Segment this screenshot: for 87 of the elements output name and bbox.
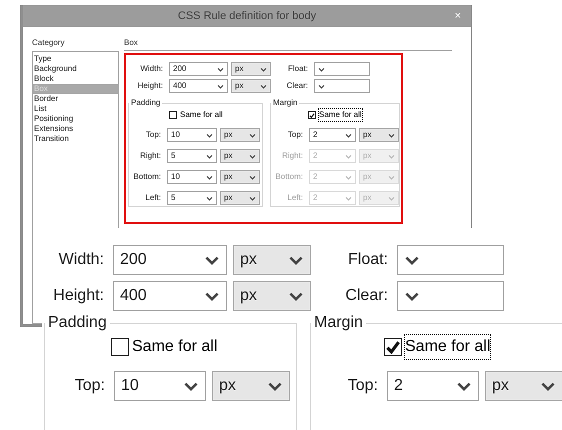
checkbox-label: Same for all — [405, 335, 490, 359]
category-item[interactable]: Type — [33, 54, 118, 64]
value-dropdown[interactable]: 5 — [167, 149, 217, 163]
group-legend: Padding — [129, 97, 162, 109]
chevron-down-icon — [345, 132, 352, 138]
chevron-down-icon — [249, 174, 256, 180]
field-label: Height: — [138, 80, 163, 92]
value-dropdown[interactable]: 400 — [113, 281, 227, 311]
chevron-down-icon — [206, 194, 213, 202]
unit-dropdown[interactable]: px — [233, 281, 311, 311]
field-label: Top: — [348, 376, 378, 396]
checkmark-icon — [309, 112, 315, 118]
chevron-down-icon — [388, 174, 395, 180]
field-label: Clear: — [345, 286, 388, 306]
field-label: Float: — [348, 250, 388, 270]
category-item[interactable]: Extensions — [33, 124, 118, 134]
unit-dropdown[interactable]: px — [220, 149, 260, 163]
field-label: Float: — [288, 63, 308, 75]
field-label: Right: — [282, 150, 303, 162]
checkbox-label: Same for all — [180, 109, 223, 121]
category-item[interactable]: Positioning — [33, 114, 118, 124]
field-label: Top: — [74, 376, 105, 396]
checkbox[interactable] — [169, 111, 177, 119]
value-dropdown[interactable]: 400 — [169, 79, 228, 93]
chevron-down-icon — [388, 194, 395, 202]
chevron-down-icon — [260, 66, 267, 72]
unit-dropdown[interactable]: px — [212, 371, 290, 401]
value-dropdown[interactable]: 10 — [167, 128, 217, 142]
chevron-down-icon — [249, 194, 256, 202]
category-item[interactable]: Block — [33, 74, 118, 84]
checkbox[interactable] — [384, 338, 402, 356]
chevron-down-icon — [206, 152, 213, 160]
category-heading: Category — [32, 37, 66, 49]
unit-dropdown[interactable]: px — [233, 245, 311, 275]
field-label: Width: — [140, 63, 163, 75]
chevron-down-icon — [249, 152, 256, 160]
field-label: Bottom: — [133, 171, 161, 183]
group-legend: Margin — [271, 97, 300, 109]
field-label: Left: — [287, 192, 303, 204]
unit-dropdown[interactable]: px — [231, 62, 271, 76]
value-dropdown[interactable]: 200 — [169, 62, 228, 76]
unit-dropdown[interactable]: px — [231, 79, 271, 93]
field-label: Width: — [58, 250, 104, 270]
chevron-down-icon — [388, 132, 395, 138]
category-item[interactable]: Border — [33, 94, 118, 104]
unit-dropdown[interactable]: px — [220, 170, 260, 184]
field-label: Right: — [140, 150, 161, 162]
chevron-down-icon — [217, 66, 224, 72]
checkmark-icon — [385, 339, 401, 355]
window-title: CSS Rule definition for body — [178, 8, 316, 24]
field-label: Left: — [145, 192, 161, 204]
unit-dropdown[interactable]: px — [220, 128, 260, 142]
value-dropdown[interactable]: 10 — [114, 371, 206, 401]
field-label: Top: — [146, 129, 161, 141]
value-dropdown[interactable]: 5 — [167, 191, 217, 205]
chevron-down-icon — [345, 152, 352, 160]
chevron-down-icon — [345, 194, 352, 202]
chevron-down-icon — [318, 66, 325, 72]
field-label: Bottom: — [275, 171, 303, 183]
field-label: Top: — [288, 129, 303, 141]
chevron-down-icon — [318, 82, 325, 90]
value-dropdown[interactable]: 200 — [113, 245, 227, 275]
chevron-down-icon — [206, 174, 213, 180]
checkbox-label: Same for all — [319, 109, 362, 121]
checkbox-label: Same for all — [132, 337, 218, 357]
checkbox[interactable] — [308, 111, 316, 119]
unit-dropdown[interactable]: px — [485, 371, 562, 401]
chevron-down-icon — [345, 174, 352, 180]
chevron-down-icon — [217, 82, 224, 90]
chevron-down-icon — [260, 82, 267, 90]
unit-dropdown[interactable]: px — [359, 128, 399, 142]
section-heading: Box — [124, 38, 138, 47]
chevron-down-icon — [249, 132, 256, 138]
field-label: Height: — [53, 286, 104, 306]
field-label: Clear: — [286, 80, 308, 92]
category-item[interactable]: Transition — [33, 134, 118, 144]
chevron-down-icon — [206, 132, 213, 138]
value-dropdown[interactable]: 10 — [167, 170, 217, 184]
group-legend: Padding — [45, 311, 110, 335]
value-dropdown[interactable]: 2 — [387, 371, 479, 401]
category-item[interactable]: List — [33, 104, 118, 114]
group-legend: Margin — [311, 311, 366, 335]
chevron-down-icon — [388, 152, 395, 160]
category-item[interactable]: Background — [33, 64, 118, 74]
value-dropdown[interactable]: 2 — [309, 128, 356, 142]
checkbox[interactable] — [111, 338, 129, 356]
unit-dropdown[interactable]: px — [220, 191, 260, 205]
